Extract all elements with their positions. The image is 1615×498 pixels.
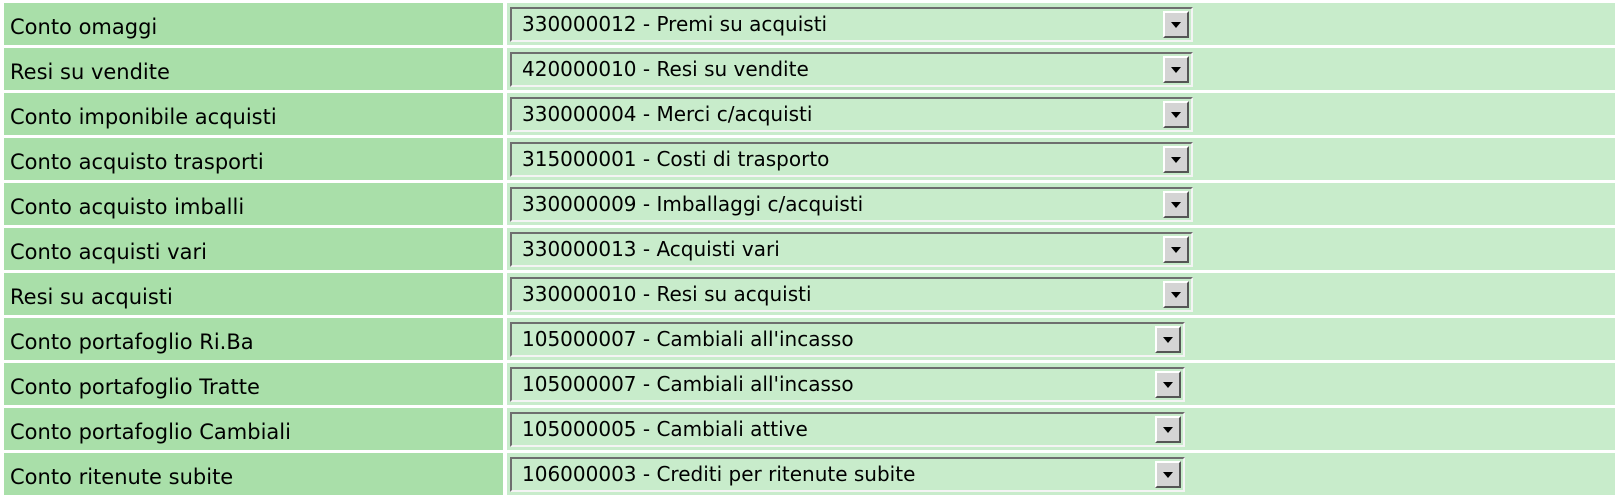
row-label-text: Conto ritenute subite [10,465,234,489]
row-value: 330000012 - Premi su acquisti [507,3,1615,48]
row-value: 315000001 - Costi di trasporto [507,138,1615,183]
select-value: 106000003 - Crediti per ritenute subite [522,462,916,486]
row-label: Conto portafoglio Tratte [4,363,507,408]
chevron-down-icon [1171,247,1181,253]
dropdown-button[interactable] [1155,326,1181,353]
row-label: Conto portafoglio Cambiali [4,408,507,453]
dropdown-button[interactable] [1163,281,1189,308]
row-label-text: Resi su acquisti [10,285,173,309]
form-row: Conto omaggi 330000012 - Premi su acquis… [4,3,1615,48]
row-label: Conto portafoglio Ri.Ba [4,318,507,363]
form-row: Conto acquisti vari 330000013 - Acquisti… [4,228,1615,273]
row-value: 105000007 - Cambiali all'incasso [507,318,1615,363]
row-value: 330000013 - Acquisti vari [507,228,1615,273]
chevron-down-icon [1171,22,1181,28]
chevron-down-icon [1163,337,1173,343]
form-row: Resi su vendite 420000010 - Resi su vend… [4,48,1615,93]
row-label: Conto acquisto trasporti [4,138,507,183]
row-label-text: Conto portafoglio Tratte [10,375,260,399]
row-label-text: Conto portafoglio Cambiali [10,420,291,444]
dropdown-button[interactable] [1163,56,1189,83]
dropdown-button[interactable] [1163,146,1189,173]
dropdown-button[interactable] [1155,371,1181,398]
row-label-text: Conto acquisto trasporti [10,150,264,174]
row-label: Conto imponibile acquisti [4,93,507,138]
row-value: 420000010 - Resi su vendite [507,48,1615,93]
form-row: Conto portafoglio Ri.Ba 105000007 - Camb… [4,318,1615,363]
select-value: 330000012 - Premi su acquisti [522,12,828,36]
row-label-text: Conto acquisto imballi [10,195,245,219]
account-settings-table: Conto omaggi 330000012 - Premi su acquis… [4,3,1615,498]
select-value: 105000005 - Cambiali attive [522,417,808,441]
select-value: 105000007 - Cambiali all'incasso [522,327,854,351]
dropdown-button[interactable] [1163,11,1189,38]
row-label: Resi su vendite [4,48,507,93]
select-value: 330000013 - Acquisti vari [522,237,780,261]
row-label-text: Resi su vendite [10,60,170,84]
select-value: 330000004 - Merci c/acquisti [522,102,813,126]
row-value: 330000010 - Resi su acquisti [507,273,1615,318]
row-label: Conto omaggi [4,3,507,48]
chevron-down-icon [1171,157,1181,163]
account-select-acquisti-vari[interactable]: 330000013 - Acquisti vari [510,232,1193,267]
row-value: 105000007 - Cambiali all'incasso [507,363,1615,408]
row-label-text: Conto omaggi [10,15,158,39]
account-select-portafoglio-cambiali[interactable]: 105000005 - Cambiali attive [510,412,1185,447]
account-select-imponibile-acquisti[interactable]: 330000004 - Merci c/acquisti [510,97,1193,132]
form-row: Conto acquisto trasporti 315000001 - Cos… [4,138,1615,183]
form-row: Conto portafoglio Cambiali 105000005 - C… [4,408,1615,453]
row-label-text: Conto portafoglio Ri.Ba [10,330,254,354]
select-value: 330000009 - Imballaggi c/acquisti [522,192,864,216]
row-label: Resi su acquisti [4,273,507,318]
row-label: Conto acquisto imballi [4,183,507,228]
account-select-portafoglio-tratte[interactable]: 105000007 - Cambiali all'incasso [510,367,1185,402]
select-value: 315000001 - Costi di trasporto [522,147,830,171]
row-label-text: Conto imponibile acquisti [10,105,277,129]
row-value: 105000005 - Cambiali attive [507,408,1615,453]
form-row: Conto portafoglio Tratte 105000007 - Cam… [4,363,1615,408]
dropdown-button[interactable] [1155,416,1181,443]
select-value: 330000010 - Resi su acquisti [522,282,812,306]
form-row: Conto acquisto imballi 330000009 - Imbal… [4,183,1615,228]
account-select-acquisto-trasporti[interactable]: 315000001 - Costi di trasporto [510,142,1193,177]
account-select-resi-su-vendite[interactable]: 420000010 - Resi su vendite [510,52,1193,87]
chevron-down-icon [1163,382,1173,388]
form-row: Conto imponibile acquisti 330000004 - Me… [4,93,1615,138]
chevron-down-icon [1171,112,1181,118]
chevron-down-icon [1171,202,1181,208]
dropdown-button[interactable] [1155,461,1181,488]
row-label: Conto ritenute subite [4,453,507,498]
form-row: Conto ritenute subite 106000003 - Credit… [4,453,1615,498]
account-select-ritenute-subite[interactable]: 106000003 - Crediti per ritenute subite [510,457,1185,492]
chevron-down-icon [1163,427,1173,433]
chevron-down-icon [1171,292,1181,298]
row-label-text: Conto acquisti vari [10,240,207,264]
account-select-acquisto-imballi[interactable]: 330000009 - Imballaggi c/acquisti [510,187,1193,222]
row-value: 106000003 - Crediti per ritenute subite [507,453,1615,498]
dropdown-button[interactable] [1163,191,1189,218]
row-value: 330000009 - Imballaggi c/acquisti [507,183,1615,228]
select-value: 105000007 - Cambiali all'incasso [522,372,854,396]
row-label: Conto acquisti vari [4,228,507,273]
dropdown-button[interactable] [1163,236,1189,263]
chevron-down-icon [1163,472,1173,478]
form-row: Resi su acquisti 330000010 - Resi su acq… [4,273,1615,318]
account-select-conto-omaggi[interactable]: 330000012 - Premi su acquisti [510,7,1193,42]
dropdown-button[interactable] [1163,101,1189,128]
account-select-portafoglio-riba[interactable]: 105000007 - Cambiali all'incasso [510,322,1185,357]
account-select-resi-su-acquisti[interactable]: 330000010 - Resi su acquisti [510,277,1193,312]
chevron-down-icon [1171,67,1181,73]
select-value: 420000010 - Resi su vendite [522,57,809,81]
row-value: 330000004 - Merci c/acquisti [507,93,1615,138]
